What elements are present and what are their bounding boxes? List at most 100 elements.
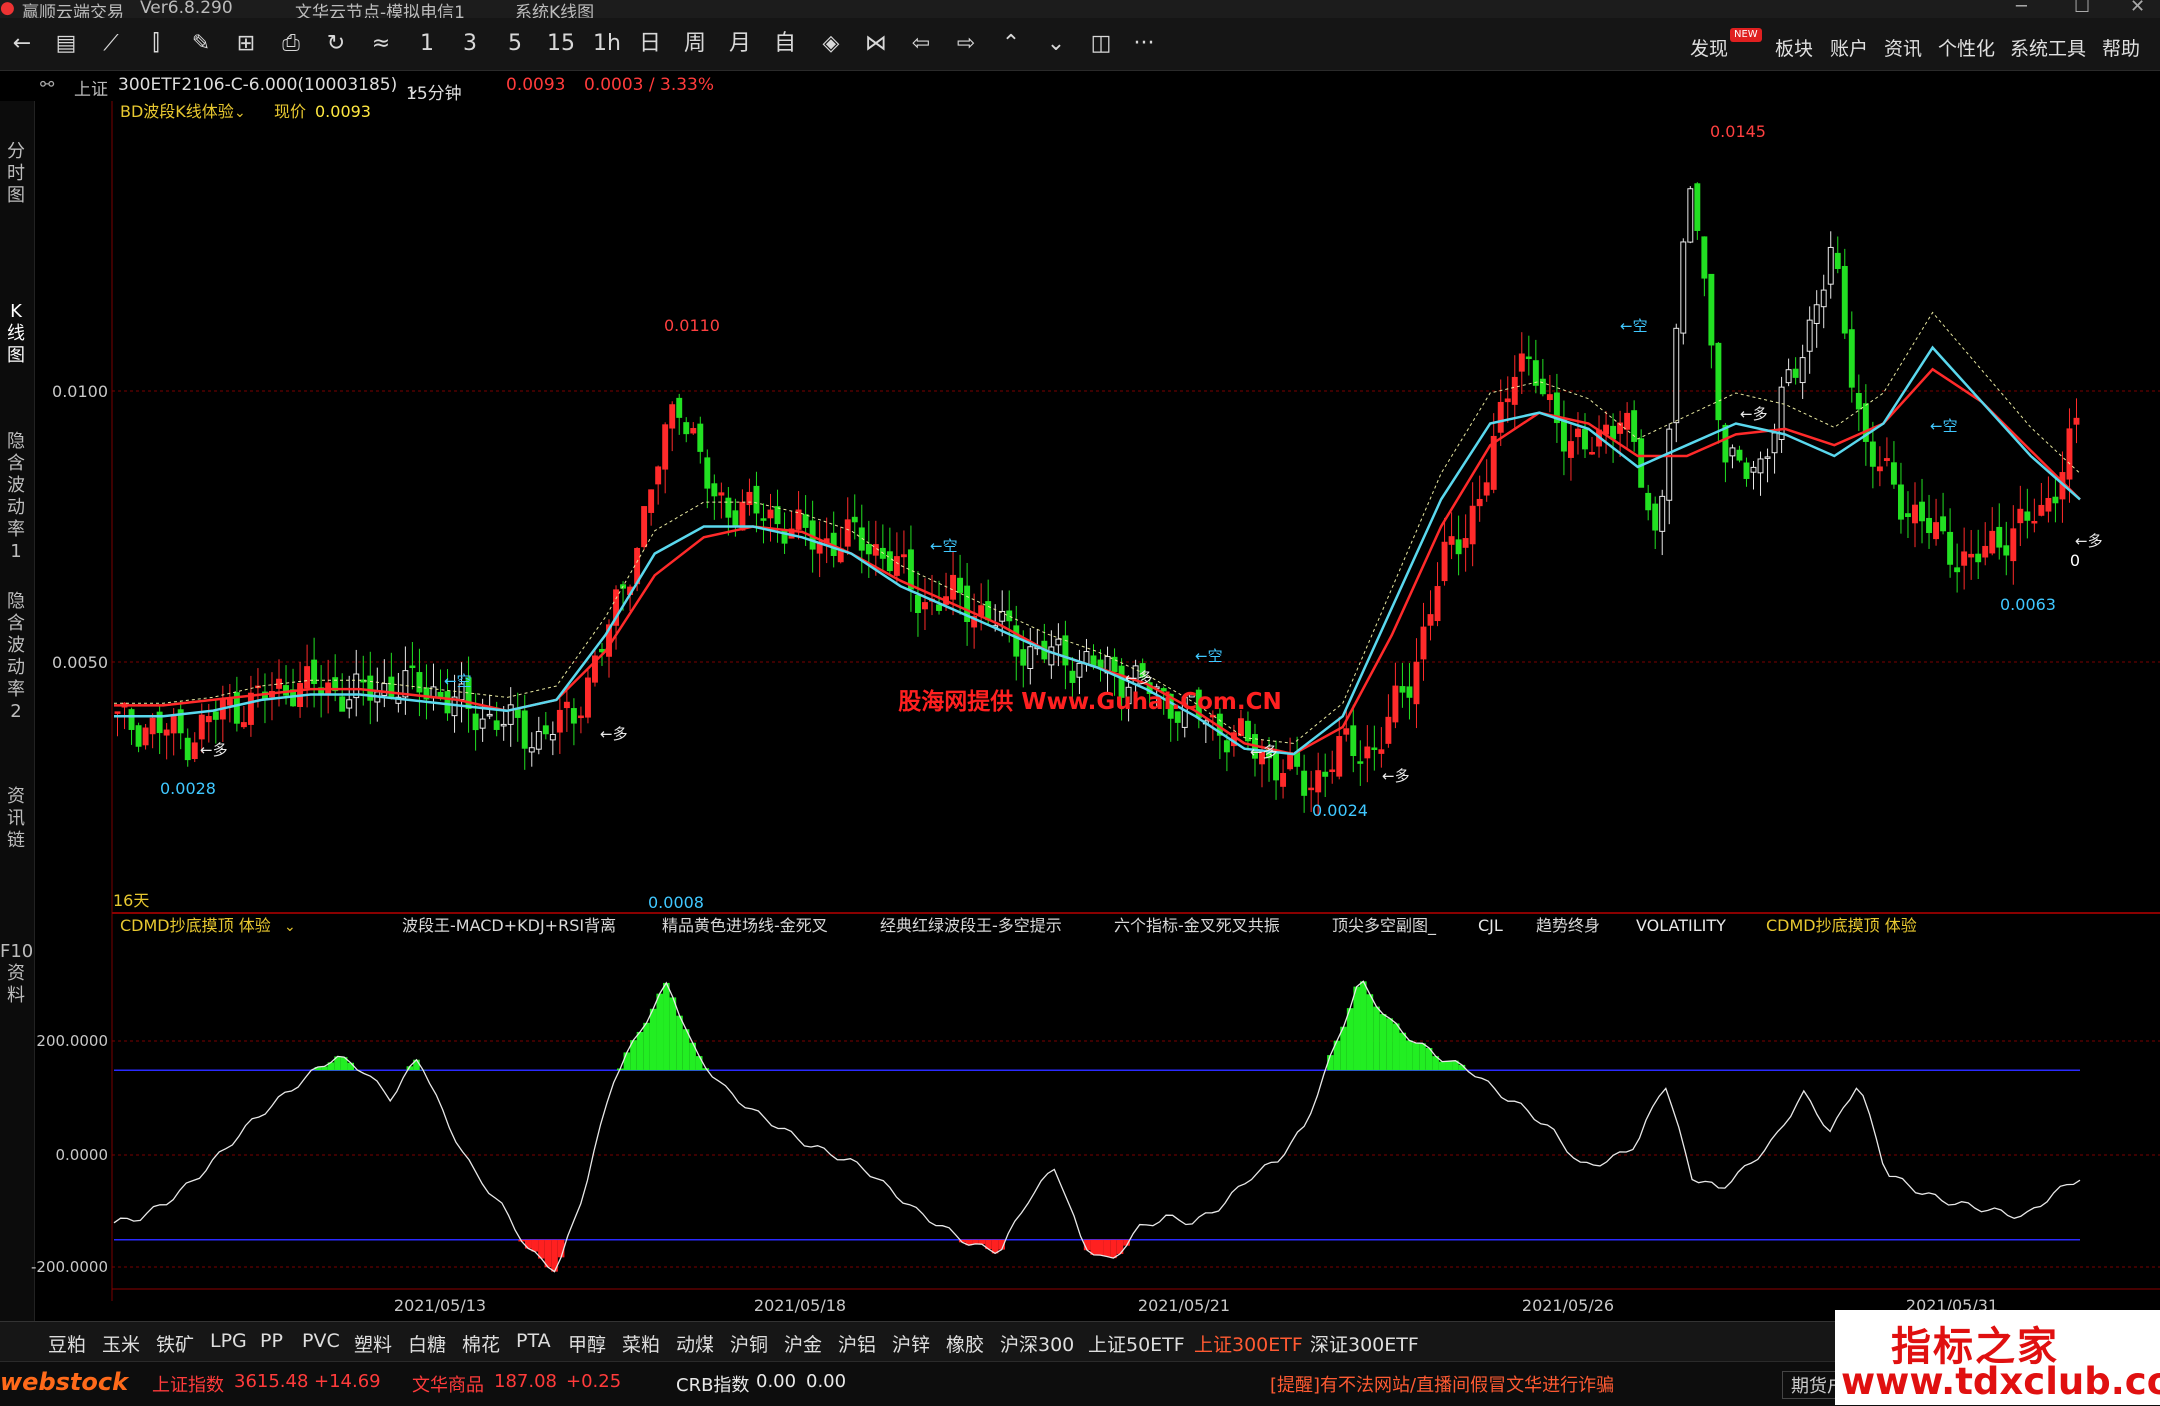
- instrument-tab[interactable]: 沪铜: [730, 1330, 768, 1357]
- menu-account[interactable]: 账户: [1830, 34, 1868, 61]
- instrument-tab[interactable]: 甲醇: [568, 1330, 606, 1357]
- instrument-tab[interactable]: 沪铝: [838, 1330, 876, 1357]
- sub-indicator-tab[interactable]: 波段王-MACD+KDJ+RSI背离: [402, 916, 616, 935]
- instrument-tab[interactable]: LPG: [210, 1330, 247, 1352]
- sub-indicator-tab[interactable]: VOLATILITY: [1636, 916, 1726, 935]
- save-icon[interactable]: ⎙: [277, 30, 305, 58]
- menu-discover[interactable]: 发现 NEW: [1690, 34, 1728, 61]
- back-icon[interactable]: ←: [8, 30, 36, 58]
- instrument-tab[interactable]: PP: [260, 1330, 283, 1352]
- minimize-icon[interactable]: ─: [2016, 0, 2027, 17]
- arrow-up-icon[interactable]: ⌃: [997, 30, 1025, 58]
- menu-system-tools[interactable]: 系统工具: [2010, 34, 2086, 61]
- instrument-tab[interactable]: 沪深300: [1000, 1330, 1074, 1357]
- arrow-left-icon[interactable]: ⇦: [907, 30, 935, 58]
- list-icon[interactable]: ▤: [52, 30, 80, 58]
- candle-up: [1330, 770, 1335, 772]
- menu-news[interactable]: 资讯: [1884, 34, 1922, 61]
- menu-sectors[interactable]: 板块: [1775, 34, 1813, 61]
- instrument-tab[interactable]: 豆粕: [48, 1330, 86, 1357]
- grid-icon[interactable]: ⊞: [232, 30, 260, 58]
- index3-name[interactable]: CRB指数: [676, 1371, 749, 1397]
- period-month[interactable]: 月: [727, 30, 753, 58]
- candle-up: [1667, 429, 1672, 500]
- sub-indicator-tab[interactable]: CDMD抄底摸顶 体验: [1766, 916, 1917, 935]
- instrument-tab[interactable]: PTA: [516, 1330, 551, 1352]
- candlestick-icon[interactable]: ⫿: [142, 30, 170, 58]
- sub-indicator-name[interactable]: CDMD抄底摸顶 体验: [120, 916, 271, 935]
- index1-value: 3615.48: [234, 1371, 308, 1392]
- candle-down: [1997, 527, 2002, 547]
- server-name: 文华云节点-模拟电信1: [295, 0, 465, 18]
- instrument-tab[interactable]: 沪锌: [892, 1330, 930, 1357]
- fraud-notice[interactable]: [提醒]有不法网站/直播间假冒文华进行诈骗: [1270, 1371, 1614, 1397]
- instrument-tab[interactable]: PVC: [302, 1330, 340, 1352]
- period-week[interactable]: 周: [682, 30, 708, 58]
- instrument-tab[interactable]: 塑料: [354, 1330, 392, 1357]
- y-tick-label: 0.0100: [52, 382, 108, 401]
- period-5min[interactable]: 5: [503, 30, 527, 58]
- osc-top-bar: [1340, 1027, 1347, 1071]
- instrument-tab[interactable]: 白糖: [408, 1330, 446, 1357]
- contract-code: 300ETF2106-C-6.000(10003185): [118, 75, 397, 95]
- instrument-tab[interactable]: 沪金: [784, 1330, 822, 1357]
- instrument-tab-active[interactable]: 上证300ETF: [1194, 1330, 1303, 1363]
- period-1h[interactable]: 1h: [592, 30, 622, 58]
- sub-indicator-tab[interactable]: CJL: [1478, 916, 1503, 935]
- instrument-tab[interactable]: 深证300ETF: [1310, 1330, 1419, 1357]
- link-icon[interactable]: ⚯: [40, 75, 54, 95]
- candle-up: [1379, 750, 1384, 754]
- menu-help[interactable]: 帮助: [2102, 34, 2140, 61]
- candle-down: [1611, 426, 1616, 439]
- main-indicator-dropdown-icon[interactable]: ⌄: [234, 105, 246, 121]
- annotation-low: 0.0024: [1312, 801, 1368, 820]
- sub-indicator-tab[interactable]: 经典红绿波段王-多空提示: [880, 916, 1062, 935]
- main-indicator-name[interactable]: BD波段K线体验: [120, 102, 234, 121]
- period-day[interactable]: 日: [637, 30, 663, 58]
- expand-icon[interactable]: ◈: [817, 30, 845, 58]
- instrument-tab[interactable]: 动煤: [676, 1330, 714, 1357]
- period-1min[interactable]: 1: [415, 30, 439, 58]
- instrument-tab[interactable]: 铁矿: [156, 1330, 194, 1357]
- index1-change: +14.69: [314, 1371, 381, 1392]
- more-icon[interactable]: ···: [1130, 30, 1158, 58]
- instrument-tab[interactable]: 橡胶: [946, 1330, 984, 1357]
- period-3min[interactable]: 3: [458, 30, 482, 58]
- period-custom[interactable]: 自: [772, 30, 798, 58]
- index2-name[interactable]: 文华商品: [412, 1371, 484, 1397]
- candle-down: [754, 486, 759, 513]
- compare-icon[interactable]: ≈: [367, 30, 395, 58]
- candle-down: [494, 721, 499, 730]
- chart-svg[interactable]: 0.0100 0.0050 BD波段K线体验 ⌄ 现价 0.0093 0.011…: [0, 101, 2160, 1321]
- sub-indicator-tab[interactable]: 趋势终身: [1536, 916, 1600, 935]
- line-chart-icon[interactable]: ⟋: [97, 30, 125, 58]
- sub-indicator-tab[interactable]: 六个指标-金叉死叉共振: [1114, 916, 1280, 935]
- sub-indicator-dropdown-icon[interactable]: ⌄: [284, 919, 296, 935]
- refresh-icon[interactable]: ↻: [322, 30, 350, 58]
- candle-up: [305, 667, 310, 688]
- period-15min[interactable]: 15: [546, 30, 576, 58]
- osc-top-bar: [1347, 1008, 1354, 1070]
- sub-indicator-tab[interactable]: 精品黄色进场线-金死叉: [662, 916, 828, 935]
- candle-up: [1962, 552, 1967, 565]
- shrink-icon[interactable]: ⋈: [862, 30, 890, 58]
- instrument-tab[interactable]: 菜粕: [622, 1330, 660, 1357]
- instrument-tab[interactable]: 棉花: [462, 1330, 500, 1357]
- arrow-right-icon[interactable]: ⇨: [952, 30, 980, 58]
- layout-icon[interactable]: ◫: [1087, 30, 1115, 58]
- candle-up: [529, 748, 534, 752]
- candle-up: [1498, 402, 1503, 432]
- candle-up: [1786, 370, 1791, 383]
- instrument-tab[interactable]: 上证50ETF: [1088, 1330, 1185, 1357]
- instrument-tab[interactable]: 玉米: [102, 1330, 140, 1357]
- menu-personalize[interactable]: 个性化: [1938, 34, 1995, 61]
- maximize-icon[interactable]: ☐: [2074, 0, 2090, 17]
- draw-icon[interactable]: ✎: [187, 30, 215, 58]
- index1-name[interactable]: 上证指数: [152, 1371, 224, 1397]
- candle-up: [1337, 737, 1342, 777]
- close-icon[interactable]: ✕: [2130, 0, 2145, 17]
- sub-indicator-tab[interactable]: 顶尖多空副图_: [1332, 916, 1437, 936]
- candle-up: [1779, 387, 1784, 439]
- candle-down: [1407, 687, 1412, 697]
- arrow-down-icon[interactable]: ⌄: [1042, 30, 1070, 58]
